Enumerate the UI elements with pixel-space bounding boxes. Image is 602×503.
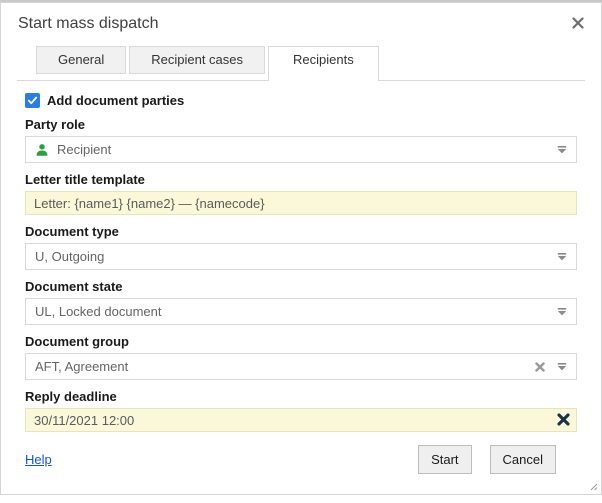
reply-deadline-input[interactable] — [25, 408, 577, 432]
dialog-title: Start mass dispatch — [18, 15, 585, 33]
document-state-select[interactable]: UL, Locked document — [25, 298, 577, 325]
party-role-value: Recipient — [57, 142, 557, 157]
resize-grip[interactable] — [590, 483, 598, 491]
chevron-down-icon[interactable] — [557, 307, 567, 316]
party-role-label: Party role — [25, 117, 577, 132]
add-parties-checkbox[interactable] — [25, 93, 40, 108]
start-button[interactable]: Start — [418, 445, 471, 474]
start-mass-dispatch-dialog: Start mass dispatch General Recipient ca… — [0, 2, 602, 495]
cancel-button[interactable]: Cancel — [490, 445, 556, 474]
chevron-down-icon[interactable] — [557, 362, 567, 371]
document-state-value: UL, Locked document — [35, 304, 557, 319]
clear-date-icon[interactable] — [557, 413, 570, 426]
tabstrip: General Recipient cases Recipients — [17, 46, 585, 81]
tab-recipient-cases[interactable]: Recipient cases — [129, 46, 265, 74]
chevron-down-icon[interactable] — [557, 252, 567, 261]
tab-general[interactable]: General — [36, 46, 126, 74]
document-group-label: Document group — [25, 334, 577, 349]
checkmark-icon — [27, 95, 38, 106]
document-type-value: U, Outgoing — [35, 249, 557, 264]
reply-deadline-label: Reply deadline — [25, 389, 577, 404]
help-link[interactable]: Help — [25, 452, 52, 467]
footer-buttons: Start Cancel — [418, 445, 556, 474]
document-group-value: AFT, Agreement — [35, 359, 535, 374]
letter-title-wrap — [25, 191, 577, 215]
document-type-label: Document type — [25, 224, 577, 239]
letter-title-label: Letter title template — [25, 172, 577, 187]
add-parties-row: Add document parties — [25, 93, 577, 108]
document-group-select[interactable]: AFT, Agreement — [25, 353, 577, 380]
party-role-select[interactable]: Recipient — [25, 136, 577, 163]
reply-deadline-wrap — [25, 408, 577, 432]
dialog-titlebar: Start mass dispatch — [1, 3, 601, 33]
add-parties-label: Add document parties — [47, 93, 184, 108]
letter-title-input[interactable] — [25, 191, 577, 215]
person-icon — [35, 143, 49, 157]
document-type-select[interactable]: U, Outgoing — [25, 243, 577, 270]
tab-recipients[interactable]: Recipients — [268, 46, 379, 81]
dialog-content: Add document parties Party role Recipien… — [1, 81, 601, 432]
close-icon[interactable] — [571, 16, 585, 30]
chevron-down-icon[interactable] — [557, 145, 567, 154]
clear-icon[interactable] — [535, 362, 545, 372]
document-state-label: Document state — [25, 279, 577, 294]
dialog-footer: Help Start Cancel — [25, 445, 577, 474]
